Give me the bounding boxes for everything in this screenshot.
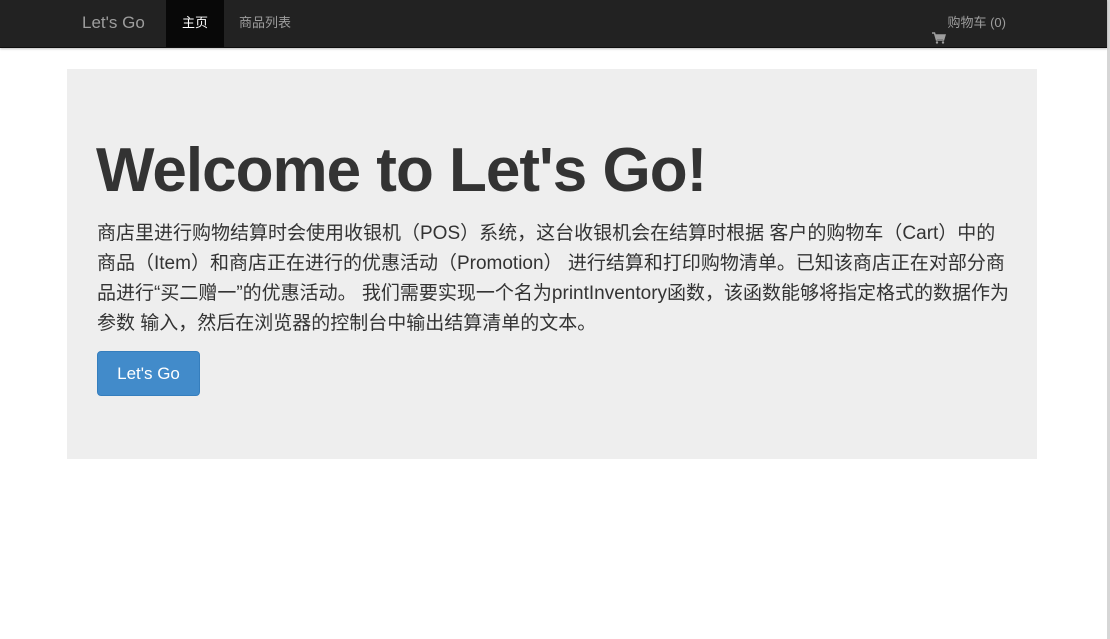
- intro-text: 商店里进行购物结算时会使用收银机（POS）系统，这台收银机会在结算时根据 客户的…: [97, 223, 1010, 334]
- cart-link[interactable]: 购物车 (0): [932, 0, 1006, 46]
- nav-item-product-list[interactable]: 商品列表: [224, 0, 306, 47]
- jumbotron: Welcome to Let's Go! 商店里进行购物结算时会使用收银机（PO…: [67, 69, 1037, 459]
- lets-go-button[interactable]: Let's Go: [97, 351, 200, 396]
- page: Let's Go 主页 商品列表 购物车 (0) Welcome to Let'…: [0, 0, 1110, 639]
- nav-item-home[interactable]: 主页: [166, 0, 224, 47]
- navbar: Let's Go 主页 商品列表 购物车 (0): [0, 0, 1107, 48]
- brand-link[interactable]: Let's Go: [82, 13, 145, 33]
- shopping-cart-icon: [932, 17, 947, 44]
- page-title: Welcome to Let's Go!: [96, 136, 707, 205]
- cart-label: 购物车 (0): [947, 15, 1006, 30]
